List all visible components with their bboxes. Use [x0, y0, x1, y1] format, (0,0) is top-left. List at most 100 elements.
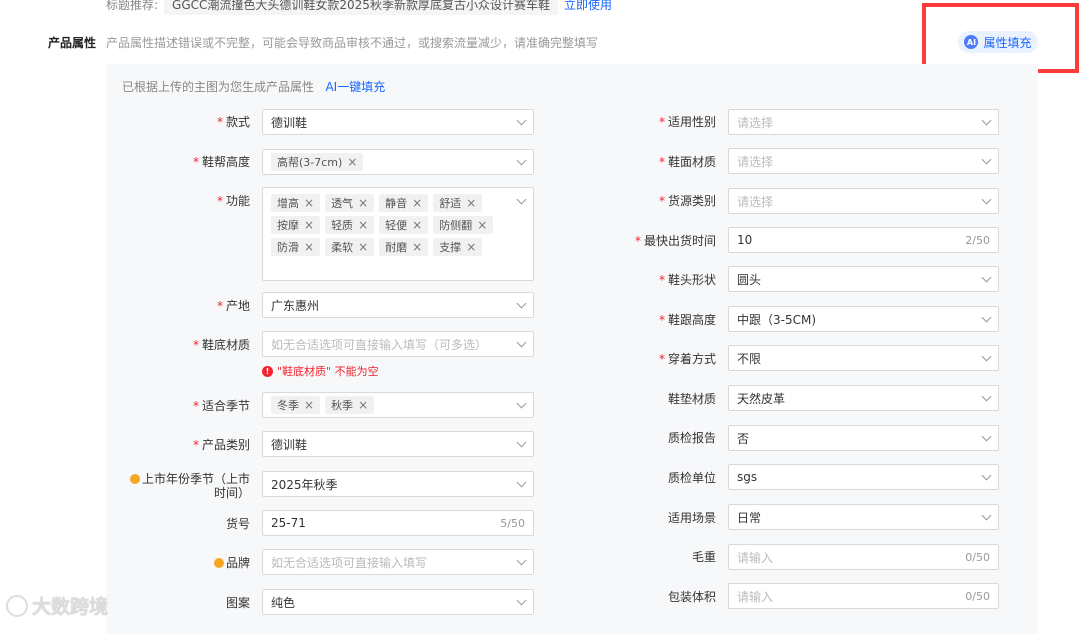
brand-select[interactable]: 如无合适选项可直接输入填写	[262, 549, 534, 575]
tag: 高帮(3-7cm) ×	[271, 153, 364, 171]
close-icon[interactable]: ×	[412, 240, 422, 254]
upper-height-select[interactable]: 高帮(3-7cm) ×	[262, 149, 534, 175]
ship-time-input[interactable]: 10 2/50	[728, 227, 999, 253]
close-icon[interactable]: ×	[304, 398, 314, 412]
chevron-down-icon	[981, 431, 992, 441]
function-multiselect[interactable]: 增高 × 透气 × 静音 × 舒适 × 按摩 × 轻质 × 轻便 × 防侧翻 × 防滑 × 柔软 × 耐磨 × 支撑 ×	[262, 187, 534, 281]
qc-unit-select[interactable]: sgs	[728, 464, 999, 490]
tag: 冬季 ×	[271, 396, 321, 414]
gross-weight-input[interactable]: 请输入 0/50	[728, 544, 999, 570]
wear-style-select[interactable]: 不限	[728, 345, 999, 371]
title-recommend-value: GGCC潮流撞色大头德训鞋女款2025秋季新款厚底复古小众设计赛车鞋	[164, 0, 558, 15]
tag: 静音 ×	[379, 194, 429, 212]
toe-shape-select[interactable]: 圆头	[728, 266, 999, 292]
chevron-down-icon	[516, 595, 527, 605]
chevron-down-icon	[516, 437, 527, 447]
watermark: 大数跨境	[6, 592, 108, 619]
scene-select[interactable]: 日常	[728, 504, 999, 530]
chevron-down-icon	[981, 272, 992, 282]
close-icon[interactable]: ×	[477, 218, 487, 232]
chevron-down-icon	[981, 312, 992, 322]
ai-one-click-fill-link[interactable]: AI一键填充	[325, 80, 385, 94]
label-sku: 货号	[225, 517, 250, 531]
chevron-down-icon	[981, 194, 992, 204]
sole-material-error: ! "鞋底材质" 不能为空	[262, 363, 379, 379]
heel-height-select[interactable]: 中跟（3-5CM)	[728, 306, 999, 332]
panel-tip: 已根据上传的主图为您生成产品属性 AI一键填充	[122, 78, 385, 95]
launch-season-select[interactable]: 2025年秋季	[262, 471, 534, 497]
chevron-down-icon	[981, 115, 992, 125]
label-upper-height: * 鞋帮高度	[192, 155, 250, 169]
style-select[interactable]: 德训鞋	[262, 109, 534, 135]
tag: 透气 ×	[325, 194, 375, 212]
category-select[interactable]: 德训鞋	[262, 431, 534, 457]
tag: 按摩 ×	[271, 216, 321, 234]
label-heel-height: * 鞋跟高度	[658, 313, 716, 327]
label-season: * 适合季节	[192, 399, 250, 413]
title-recommend-label: 标题推荐:	[106, 0, 159, 12]
label-sole-material: * 鞋底材质	[192, 338, 250, 352]
label-category: * 产品类别	[192, 438, 250, 452]
label-style: * 款式	[216, 115, 250, 129]
close-icon[interactable]: ×	[466, 240, 476, 254]
chevron-down-icon	[516, 555, 527, 565]
label-gross-weight: 毛重	[691, 550, 716, 564]
package-volume-input[interactable]: 请输入 0/50	[728, 583, 999, 609]
tag: 秋季 ×	[325, 396, 375, 414]
chevron-down-icon	[981, 351, 992, 361]
chevron-down-icon	[981, 510, 992, 520]
close-icon[interactable]: ×	[358, 218, 368, 232]
close-icon[interactable]: ×	[304, 196, 314, 210]
label-upper-material: * 鞋面材质	[658, 155, 716, 169]
section-title: 产品属性	[48, 36, 97, 50]
label-pattern: 图案	[225, 596, 250, 610]
label-origin: * 产地	[216, 299, 250, 313]
close-icon[interactable]: ×	[358, 240, 368, 254]
label-launch-season: 上市年份季节（上市时间）	[126, 472, 250, 500]
close-icon[interactable]: ×	[304, 218, 314, 232]
qc-report-select[interactable]: 否	[728, 425, 999, 451]
label-wear-style: * 穿着方式	[658, 352, 716, 366]
pattern-select[interactable]: 纯色	[262, 589, 534, 615]
sku-input[interactable]: 25-71 5/50	[262, 510, 534, 536]
label-ship-time: * 最快出货时间	[634, 234, 716, 248]
season-select[interactable]: 冬季 × 秋季 ×	[262, 392, 534, 418]
use-title-link[interactable]: 立即使用	[564, 0, 612, 13]
label-toe-shape: * 鞋头形状	[658, 273, 716, 287]
tag: 柔软 ×	[325, 238, 375, 256]
label-insole-material: 鞋垫材质	[667, 392, 716, 406]
supply-type-select[interactable]: 请选择	[728, 188, 999, 214]
tag: 防滑 ×	[271, 238, 321, 256]
label-package-volume: 包装体积	[667, 590, 716, 604]
close-icon[interactable]: ×	[347, 155, 357, 169]
tag: 耐磨 ×	[379, 238, 429, 256]
close-icon[interactable]: ×	[304, 240, 314, 254]
chevron-down-icon	[981, 391, 992, 401]
label-supply-type: * 货源类别	[658, 194, 716, 208]
section-hint: 产品属性描述错误或不完整，可能会导致商品审核不通过，或搜索流量减少，请准确完整填…	[106, 36, 599, 50]
watermark-logo-icon	[6, 594, 28, 617]
tag: 支撑 ×	[433, 238, 483, 256]
close-icon[interactable]: ×	[412, 218, 422, 232]
title-recommend-row: 标题推荐: GGCC潮流撞色大头德训鞋女款2025秋季新款厚底复古小众设计赛车鞋…	[106, 0, 612, 15]
hint-badge-icon	[213, 558, 224, 568]
label-qc-report: 质检报告	[667, 431, 716, 445]
close-icon[interactable]: ×	[358, 398, 368, 412]
upper-material-select[interactable]: 请选择	[728, 148, 999, 174]
tag: 舒适 ×	[433, 194, 483, 212]
chevron-down-icon	[516, 194, 527, 205]
tag: 轻质 ×	[325, 216, 375, 234]
gender-select[interactable]: 请选择	[728, 109, 999, 135]
close-icon[interactable]: ×	[466, 196, 476, 210]
insole-material-select[interactable]: 天然皮革	[728, 385, 999, 411]
chevron-down-icon	[516, 337, 527, 347]
chevron-down-icon	[981, 154, 992, 164]
close-icon[interactable]: ×	[412, 196, 422, 210]
sole-material-select[interactable]: 如无合适选项可直接输入填写（可多选）	[262, 331, 534, 357]
chevron-down-icon	[516, 398, 527, 408]
origin-select[interactable]: 广东惠州	[262, 292, 534, 318]
close-icon[interactable]: ×	[358, 196, 368, 210]
tag: 轻便 ×	[379, 216, 429, 234]
label-brand: 品牌	[150, 556, 250, 570]
chevron-down-icon	[516, 115, 527, 125]
